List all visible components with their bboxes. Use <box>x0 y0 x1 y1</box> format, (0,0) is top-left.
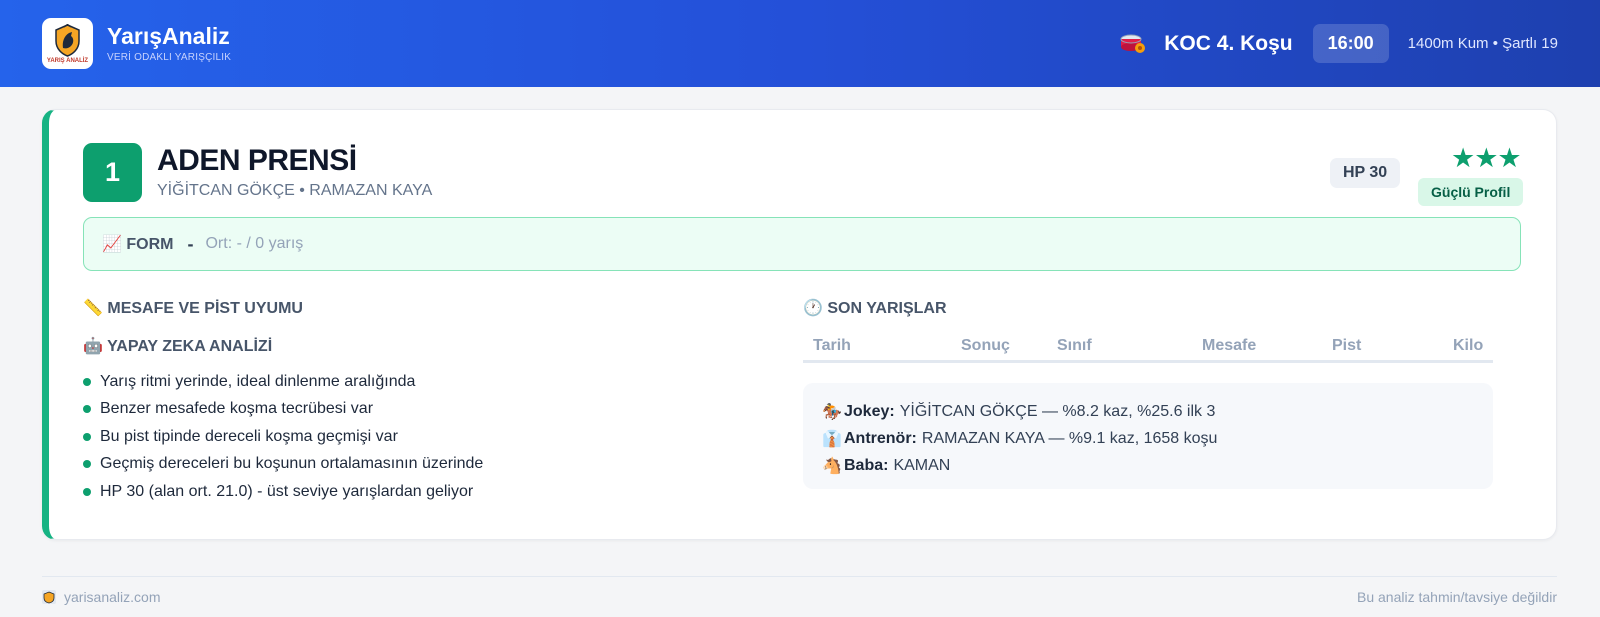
list-item: Benzer mesafede koşma tecrübesi var <box>83 396 483 424</box>
list-item: Yarış ritmi yerinde, ideal dinlenme aral… <box>83 368 483 396</box>
column-header-class[interactable]: Sınıf <box>1057 337 1092 355</box>
recent-races-title-text: SON YARIŞLAR <box>827 300 947 317</box>
recent-races-title: 🕐 SON YARIŞLAR <box>803 298 947 318</box>
horse-number-badge: 1 <box>83 143 142 202</box>
brand-tagline: VERİ ODAKLI YARIŞÇILIK <box>107 51 232 63</box>
form-value: - <box>187 233 194 254</box>
horse-jockey-trainer: YİĞİTCAN GÖKÇE • RAMAZAN KAYA <box>157 181 433 199</box>
bullet-dot-icon <box>83 405 91 414</box>
horse-shield-icon <box>55 23 80 57</box>
horse-header: 1 ADEN PRENSİ YİĞİTCAN GÖKÇE • RAMAZAN K… <box>83 143 432 202</box>
list-item-text: HP 30 (alan ort. 21.0) - üst seviye yarı… <box>100 482 474 500</box>
race-meta: 1400m Kum • Şartlı 19 <box>1407 35 1558 52</box>
column-header-weight[interactable]: Kilo <box>1453 337 1483 355</box>
bullet-dot-icon <box>83 432 91 441</box>
list-item-text: Yarış ritmi yerinde, ideal dinlenme aral… <box>100 372 416 390</box>
horse-card: 1 ADEN PRENSİ YİĞİTCAN GÖKÇE • RAMAZAN K… <box>42 109 1557 540</box>
column-header-distance[interactable]: Mesafe <box>1202 337 1256 355</box>
horse-name: ADEN PRENSİ <box>157 143 357 177</box>
jockey-label: Jokey: <box>844 402 895 420</box>
sire-label: Baba: <box>844 456 889 474</box>
trainer-value: RAMAZAN KAYA — %9.1 kaz, 1658 koşu <box>921 429 1218 447</box>
footer: yarisanaliz.com Bu analiz tahmin/tavsiye… <box>42 576 1557 617</box>
column-header-date[interactable]: Tarih <box>813 337 851 355</box>
profile-badge: Güçlü Profil <box>1418 178 1524 206</box>
bullet-dot-icon <box>83 377 91 386</box>
bullet-dot-icon <box>83 487 91 496</box>
ai-analysis-list: Yarış ritmi yerinde, ideal dinlenme aral… <box>83 368 483 506</box>
distance-track-title-text: MESAFE VE PİST UYUMU <box>107 300 303 317</box>
jockey-info: 🏇 Jokey: YİĞİTCAN GÖKÇE — %8.2 kaz, %25.… <box>822 398 1474 425</box>
racetrack-icon <box>1120 34 1146 53</box>
list-item-text: Geçmiş dereceleri bu koşunun ortalamasın… <box>100 455 484 473</box>
race-info: KOC 4. Koşu 16:00 1400m Kum • Şartlı 19 <box>1120 24 1558 63</box>
site-link[interactable]: yarisanaliz.com <box>64 589 160 605</box>
jockey-value: YİĞİTCAN GÖKÇE — %8.2 kaz, %25.6 ilk 3 <box>899 402 1216 420</box>
robot-icon: 🤖 <box>83 338 103 355</box>
sire-value: KAMAN <box>893 456 951 474</box>
logo-text: YARIŞ ANALİZ <box>46 57 89 64</box>
ruler-icon: 📏 <box>83 300 103 317</box>
race-name: KOC 4. Koşu <box>1164 31 1293 55</box>
hp-badge: HP 30 <box>1330 158 1401 188</box>
form-panel: 📈 FORM - Ort: - / 0 yarış <box>83 217 1521 271</box>
site-logo-icon <box>42 590 56 604</box>
connections-panel: 🏇 Jokey: YİĞİTCAN GÖKÇE — %8.2 kaz, %25.… <box>803 383 1493 489</box>
chart-icon: 📈 <box>102 236 122 253</box>
list-item: Bu pist tipinde dereceli koşma geçmişi v… <box>83 423 483 451</box>
brand-name: YarışAnaliz <box>107 22 230 49</box>
list-item: Geçmiş dereceleri bu koşunun ortalamasın… <box>83 451 483 479</box>
jockey-icon: 🏇 <box>822 403 842 421</box>
horse-head-icon: 🐴 <box>822 457 842 475</box>
trainer-info: 👔 Antrenör: RAMAZAN KAYA — %9.1 kaz, 165… <box>822 425 1474 452</box>
list-item: HP 30 (alan ort. 21.0) - üst seviye yarı… <box>83 478 483 506</box>
trainer-label: Antrenör: <box>844 429 917 447</box>
ai-analysis-title: 🤖 YAPAY ZEKA ANALİZİ <box>83 336 272 356</box>
logo: YARIŞ ANALİZ <box>42 18 93 69</box>
brand[interactable]: YARIŞ ANALİZ YarışAnaliz VERİ ODAKLI YAR… <box>42 18 231 69</box>
form-label: 📈 FORM <box>102 234 173 254</box>
bullet-dot-icon <box>83 460 91 469</box>
ai-analysis-title-text: YAPAY ZEKA ANALİZİ <box>107 338 273 355</box>
column-header-track[interactable]: Pist <box>1332 337 1361 355</box>
race-time-badge: 16:00 <box>1312 24 1389 63</box>
form-label-text: FORM <box>126 236 174 253</box>
clock-icon: 🕐 <box>803 300 823 317</box>
sire-info: 🐴 Baba: KAMAN <box>822 452 1474 479</box>
recent-races-table-header: Tarih Sonuç Sınıf Mesafe Pist Kilo <box>803 333 1493 363</box>
disclaimer-text: Bu analiz tahmin/tavsiye değildir <box>1357 589 1557 605</box>
rating-stars: ★★★ <box>1451 143 1522 173</box>
list-item-text: Benzer mesafede koşma tecrübesi var <box>100 400 374 418</box>
trainer-icon: 👔 <box>822 430 842 448</box>
distance-track-title: 📏 MESAFE VE PİST UYUMU <box>83 298 303 318</box>
form-average: Ort: - / 0 yarış <box>205 235 304 252</box>
list-item-text: Bu pist tipinde dereceli koşma geçmişi v… <box>100 427 398 445</box>
top-header: YARIŞ ANALİZ YarışAnaliz VERİ ODAKLI YAR… <box>0 0 1600 87</box>
column-header-result[interactable]: Sonuç <box>961 337 1010 355</box>
